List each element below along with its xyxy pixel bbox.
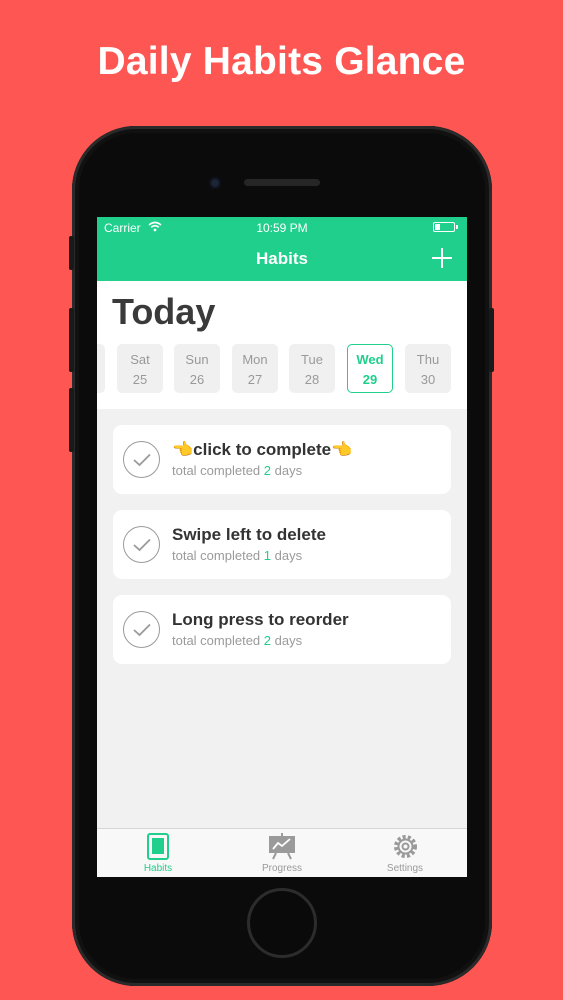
status-bar: Carrier 10:59 PM — [97, 217, 467, 237]
habit-stats: total completed 2 days — [172, 633, 302, 648]
day-mon[interactable]: Mon 27 — [232, 344, 278, 393]
day-name: Tue — [301, 352, 323, 367]
progress-chart-icon — [269, 833, 295, 860]
day-date: 29 — [362, 372, 378, 387]
complete-checkbox[interactable] — [123, 441, 160, 478]
tab-label: Settings — [386, 863, 424, 874]
habit-title: Long press to reorder — [172, 610, 349, 629]
day-date: 27 — [247, 372, 263, 387]
day-date: 26 — [189, 372, 205, 387]
habit-title: 👈click to complete👈 — [172, 440, 353, 459]
today-title: Today — [112, 291, 216, 332]
day-name: Sat — [130, 352, 150, 367]
day-name: Mon — [242, 352, 268, 367]
navigation-bar: Carrier 10:59 PM Habits — [97, 217, 467, 281]
day-date: 30 — [420, 372, 436, 387]
day-tue[interactable]: Tue 28 — [289, 344, 335, 393]
app-screen: Carrier 10:59 PM Habits Today Sat 25 Sun… — [97, 217, 467, 877]
complete-checkbox[interactable] — [123, 611, 160, 648]
stats-suffix: days — [274, 633, 303, 648]
stats-prefix: total completed — [172, 463, 261, 478]
day-partial[interactable] — [97, 344, 105, 393]
battery-icon — [433, 222, 458, 232]
checkmark-icon — [133, 453, 151, 467]
stats-prefix: total completed — [172, 633, 261, 648]
complete-checkbox[interactable] — [123, 526, 160, 563]
tab-progress[interactable]: Progress — [242, 833, 322, 874]
volume-up-button — [69, 308, 74, 372]
today-header: Today Sat 25 Sun 26 Mon 27 Tue 28 Wed 29 — [97, 281, 467, 409]
day-sat[interactable]: Sat 25 — [117, 344, 163, 393]
day-wed[interactable]: Wed 29 — [347, 344, 393, 393]
tab-label: Habits — [143, 863, 173, 874]
home-button[interactable] — [247, 888, 317, 958]
stats-suffix: days — [274, 548, 303, 563]
stats-prefix: total completed — [172, 548, 261, 563]
habit-title: Swipe left to delete — [172, 525, 326, 544]
tab-label: Progress — [261, 863, 302, 874]
day-name: Wed — [356, 352, 384, 367]
add-habit-button[interactable] — [429, 245, 455, 271]
tab-settings[interactable]: Settings — [365, 833, 445, 874]
checkmark-icon — [133, 623, 151, 637]
headline: Daily Habits Glance — [97, 40, 466, 83]
day-name: Thu — [416, 352, 440, 367]
volume-down-button — [69, 388, 74, 452]
gear-icon — [393, 835, 417, 858]
stats-suffix: days — [274, 463, 303, 478]
day-date: 25 — [132, 372, 148, 387]
checkmark-icon — [133, 538, 151, 552]
power-button — [489, 308, 494, 372]
habit-card[interactable]: Long press to reorder total completed 2 … — [113, 595, 451, 664]
status-time: 10:59 PM — [256, 221, 308, 235]
habit-stats: total completed 1 days — [172, 548, 302, 563]
habit-card[interactable]: 👈click to complete👈 total completed 2 da… — [113, 425, 451, 494]
tab-bar: Habits Progress Settings — [97, 828, 467, 877]
habits-icon — [147, 833, 169, 860]
habit-card[interactable]: Swipe left to delete total completed 1 d… — [113, 510, 451, 579]
page-title: Habits — [256, 249, 308, 268]
earpiece-speaker — [244, 179, 320, 186]
tab-habits[interactable]: Habits — [118, 833, 198, 874]
day-sun[interactable]: Sun 26 — [174, 344, 220, 393]
day-thu[interactable]: Thu 30 — [405, 344, 451, 393]
day-name: Sun — [185, 352, 209, 367]
front-camera — [209, 177, 221, 189]
day-date: 28 — [304, 372, 320, 387]
mute-switch — [69, 236, 74, 270]
day-selector[interactable]: Sat 25 Sun 26 Mon 27 Tue 28 Wed 29 Thu 3… — [97, 344, 467, 394]
stats-count: 2 — [263, 463, 272, 478]
habit-stats: total completed 2 days — [172, 463, 302, 478]
stats-count: 1 — [263, 548, 272, 563]
stats-count: 2 — [263, 633, 272, 648]
